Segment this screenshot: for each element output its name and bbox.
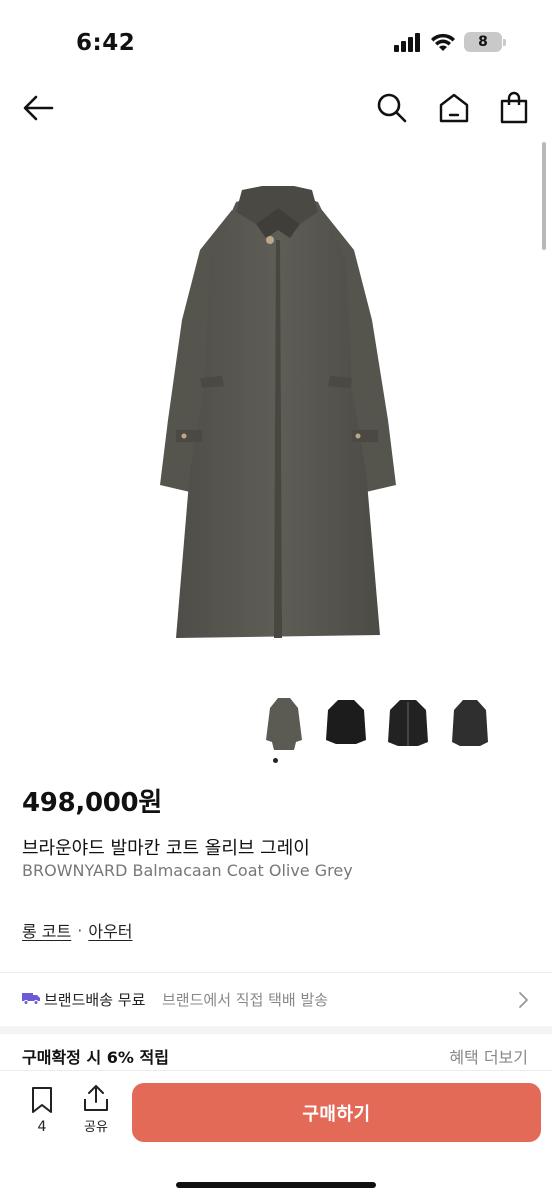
coat-thumbnail-icon (388, 700, 428, 746)
shipping-info-row[interactable]: 브랜드배송 무료 브랜드에서 직접 택배 발송 (0, 974, 552, 1026)
category-link-long-coat[interactable]: 롱 코트 (22, 918, 71, 942)
chevron-right-icon (519, 992, 528, 1008)
home-indicator (176, 1182, 376, 1188)
thumbnail-4[interactable] (446, 692, 494, 756)
category-separator: · (77, 920, 83, 940)
status-icons: 8 (394, 32, 506, 52)
cart-button[interactable] (496, 90, 532, 126)
wifi-icon (431, 33, 455, 51)
coat-illustration (160, 186, 396, 638)
top-nav (0, 82, 552, 134)
thumbnail-3[interactable] (384, 692, 432, 756)
selected-thumbnail-indicator (273, 758, 278, 763)
bottom-action-bar: 4 공유 구매하기 (0, 1070, 552, 1200)
thumbnail-1[interactable] (260, 692, 308, 756)
product-price: 498,000원 (22, 788, 162, 818)
product-image[interactable] (0, 140, 552, 680)
thumbnail-2[interactable] (322, 692, 370, 756)
signal-icon (394, 33, 420, 52)
section-separator (0, 1026, 552, 1034)
divider (0, 972, 552, 973)
shipping-description: 브랜드에서 직접 택배 발송 (162, 991, 329, 1009)
category-link-outer[interactable]: 아우터 (88, 918, 132, 942)
share-icon (84, 1085, 108, 1111)
battery-level: 8 (478, 34, 488, 50)
category-breadcrumb: 롱 코트 · 아우터 (22, 918, 133, 942)
back-arrow-icon (23, 95, 54, 121)
coat-thumbnail-icon (452, 700, 488, 746)
product-name-english: BROWNYARD Balmacaan Coat Olive Grey (22, 861, 353, 880)
coat-thumbnail-icon (326, 700, 366, 744)
truck-icon (22, 993, 40, 1005)
bookmark-icon (32, 1087, 52, 1113)
shopping-bag-icon (500, 91, 528, 124)
share-label: 공유 (84, 1120, 108, 1135)
product-name-korean: 브라운야드 발마칸 코트 올리브 그레이 (22, 838, 310, 859)
buy-button[interactable]: 구매하기 (132, 1083, 541, 1142)
home-icon (439, 93, 469, 123)
back-button[interactable] (20, 90, 56, 126)
share-button[interactable]: 공유 (76, 1083, 116, 1145)
benefits-more-link[interactable]: 혜택 더보기 (449, 1044, 528, 1068)
coat-thumbnail-icon (266, 698, 302, 750)
search-button[interactable] (374, 90, 410, 126)
thumbnail-strip (252, 692, 502, 764)
bookmark-count: 4 (37, 1119, 47, 1135)
battery-icon: 8 (464, 32, 506, 52)
reward-points-label: 구매확정 시 6% 적립 (22, 1048, 169, 1067)
search-icon (377, 93, 407, 123)
shipping-free-label: 브랜드배송 무료 (44, 991, 146, 1009)
status-bar: 6:42 8 (0, 0, 552, 90)
home-button[interactable] (436, 90, 472, 126)
bookmark-button[interactable]: 4 (22, 1085, 62, 1145)
status-time: 6:42 (76, 30, 136, 56)
